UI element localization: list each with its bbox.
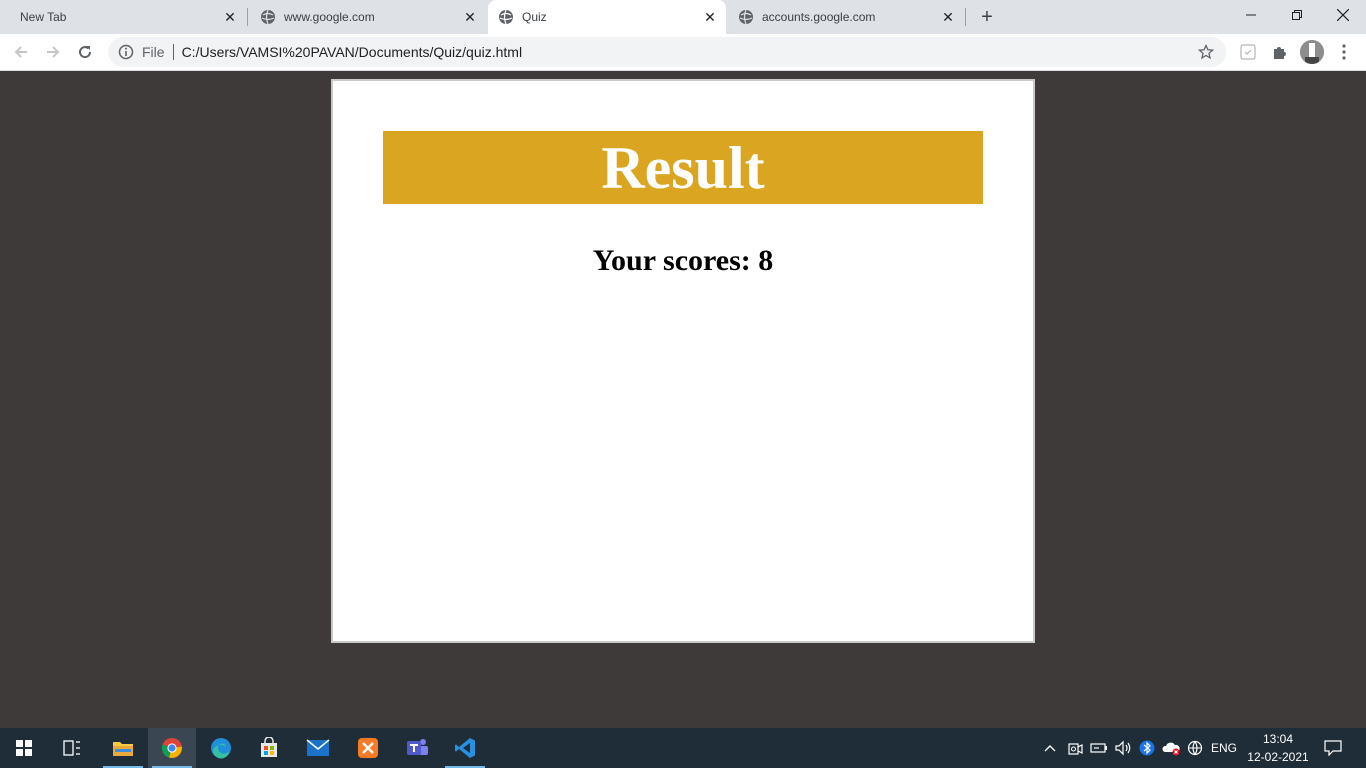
action-center-button[interactable] (1318, 728, 1348, 768)
scheme-label: File (142, 44, 165, 60)
clock-date: 12-02-2021 (1247, 750, 1309, 764)
chrome-icon (161, 738, 182, 758)
browser-tab-strip: New Tab ✕ www.google.com ✕ Quiz ✕ accoun… (0, 0, 1366, 34)
language-indicator[interactable]: ENG (1208, 728, 1240, 768)
minimize-icon (1246, 14, 1256, 16)
store-button[interactable] (245, 728, 293, 768)
tab-title: New Tab (20, 10, 67, 24)
new-tab-button[interactable]: + (975, 5, 999, 29)
restore-button[interactable] (1274, 0, 1320, 30)
windows-logo-icon (16, 740, 32, 756)
tab-accounts-google[interactable]: accounts.google.com ✕ (728, 0, 964, 34)
tab-title: www.google.com (284, 10, 375, 24)
edge-button[interactable] (197, 728, 245, 768)
vscode-button[interactable] (441, 728, 489, 768)
reload-button[interactable] (71, 38, 99, 66)
mail-button[interactable] (294, 728, 342, 768)
tab-close-icon[interactable]: ✕ (940, 9, 956, 25)
volume-icon[interactable] (1112, 728, 1134, 768)
address-bar[interactable]: File C:/Users/VAMSI%20PAVAN/Documents/Qu… (108, 37, 1226, 67)
profile-avatar[interactable] (1300, 40, 1324, 64)
tab-close-icon[interactable]: ✕ (222, 9, 238, 25)
mail-icon (306, 739, 330, 756)
tab-quiz[interactable]: Quiz ✕ (488, 0, 726, 34)
reload-icon (79, 46, 92, 59)
chevron-up-icon (1044, 745, 1056, 752)
tab-google[interactable]: www.google.com ✕ (250, 0, 486, 34)
clock[interactable]: 13:04 12-02-2021 (1244, 730, 1312, 766)
close-icon (1337, 9, 1349, 21)
score-text: Your scores: 8 (592, 244, 774, 277)
battery-icon[interactable] (1088, 728, 1110, 768)
tab-close-icon[interactable]: ✕ (462, 9, 478, 25)
globe-icon (739, 9, 753, 25)
puzzle-icon[interactable] (1270, 42, 1290, 62)
plus-icon: + (981, 5, 993, 28)
clock-time: 13:04 (1262, 732, 1294, 746)
edge-icon (211, 738, 231, 759)
result-banner: Result (383, 131, 983, 204)
onedrive-icon[interactable] (1160, 728, 1182, 768)
omnibox-divider (172, 44, 174, 60)
restore-icon (1292, 10, 1302, 20)
meet-now-icon[interactable] (1064, 728, 1086, 768)
task-view-icon (63, 740, 80, 756)
tab-title: Quiz (522, 10, 547, 24)
globe-icon (499, 9, 513, 25)
url-text[interactable]: C:/Users/VAMSI%20PAVAN/Documents/Quiz/qu… (182, 44, 1196, 60)
vscode-icon (455, 738, 475, 758)
notification-icon (1324, 740, 1342, 756)
minimize-button[interactable] (1228, 0, 1274, 30)
xampp-button[interactable] (344, 728, 392, 768)
extension-icon[interactable] (1238, 42, 1258, 62)
network-globe-icon[interactable] (1184, 728, 1206, 768)
back-button[interactable] (7, 38, 35, 66)
teams-icon (407, 739, 428, 755)
tab-separator (965, 8, 966, 26)
windows-taskbar: ENG 13:04 12-02-2021 (0, 728, 1366, 768)
language-label: ENG (1210, 741, 1237, 755)
bluetooth-icon[interactable] (1136, 728, 1158, 768)
info-icon[interactable] (118, 44, 134, 60)
tab-title: accounts.google.com (762, 10, 876, 24)
show-hidden-icons-button[interactable] (1040, 728, 1060, 768)
arrow-left-icon (14, 46, 27, 58)
globe-icon (261, 9, 275, 25)
result-card: Result Your scores: 8 (331, 79, 1035, 643)
chrome-button[interactable] (148, 728, 196, 768)
task-view-button[interactable] (48, 728, 96, 768)
menu-kebab-icon[interactable] (1334, 42, 1354, 62)
page-title: Result (601, 134, 765, 201)
bookmark-star-icon[interactable] (1196, 42, 1216, 62)
forward-button[interactable] (39, 38, 67, 66)
store-icon (261, 737, 277, 757)
tab-new-tab[interactable]: New Tab ✕ (10, 0, 246, 34)
close-window-button[interactable] (1320, 0, 1366, 30)
arrow-right-icon (47, 46, 60, 58)
teams-button[interactable] (393, 728, 441, 768)
tab-close-icon[interactable]: ✕ (702, 9, 718, 25)
browser-toolbar: File C:/Users/VAMSI%20PAVAN/Documents/Qu… (0, 34, 1366, 71)
tab-separator (247, 8, 248, 26)
folder-icon (113, 742, 133, 756)
xampp-icon (358, 738, 378, 758)
start-button[interactable] (0, 728, 48, 768)
file-explorer-button[interactable] (99, 728, 147, 768)
